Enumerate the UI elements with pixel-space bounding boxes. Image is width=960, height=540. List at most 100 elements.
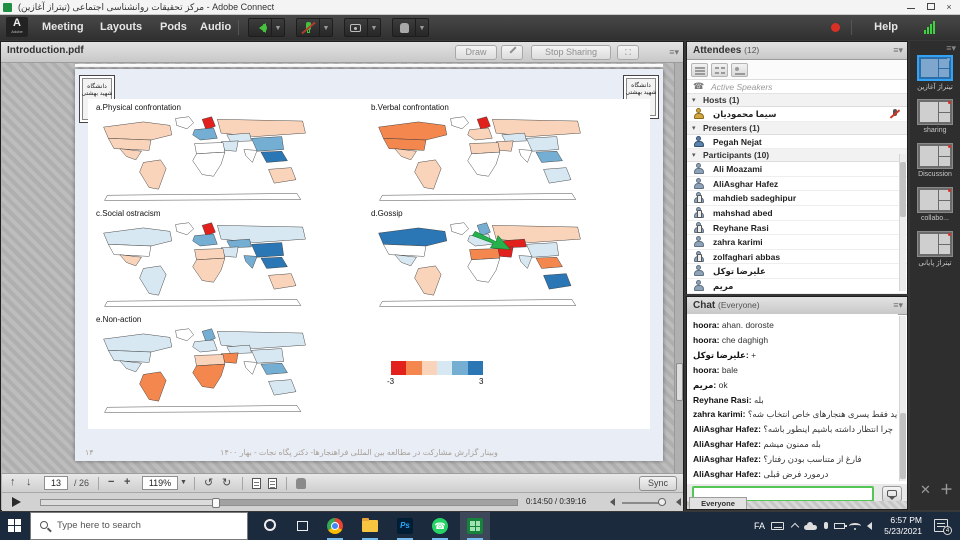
fullscreen-button[interactable]: ⛶ [617,45,639,60]
volume-icon[interactable] [606,498,615,506]
presenters-section-header[interactable]: Presenters (1) [687,122,907,135]
document-scrollbar[interactable] [674,63,683,473]
layout-thumbnail[interactable] [917,99,953,125]
wifi-icon[interactable] [849,523,861,529]
rotate-right-icon[interactable]: ↻ [222,476,231,489]
close-layout-icon[interactable]: ✕ [920,482,931,498]
layout-item-2[interactable]: Discussion [910,143,960,178]
fit-page-icon[interactable] [252,478,261,489]
raise-hand-button[interactable] [392,18,416,37]
attendee-row[interactable]: سیما محمودیان [687,107,907,122]
grid-view-button[interactable] [711,63,728,77]
webcam-button[interactable] [344,18,368,37]
play-icon[interactable] [12,497,21,507]
layouts-menu-icon[interactable]: ≡▾ [946,43,956,54]
start-button[interactable] [0,512,30,540]
layout-item-0[interactable]: تیتراژ آغازین [910,55,960,91]
scrollbar-thumb[interactable] [900,413,906,479]
zoom-out-button[interactable]: − [108,476,114,488]
attendee-row[interactable]: AliAsghar Hafez [687,177,907,192]
chat-pod-menu-icon[interactable]: ≡▾ [893,300,903,311]
chat-scrollbar[interactable] [899,316,906,481]
taskbar-clock[interactable]: 6:57 PM 5/23/2021 [864,515,922,537]
playback-scrubber[interactable] [212,498,220,508]
page-down-button[interactable]: ↓ [26,476,32,488]
layout-thumbnail[interactable] [917,143,953,169]
chevron-up-icon[interactable] [791,523,799,531]
sync-button[interactable]: Sync [639,476,677,491]
minimize-button[interactable] [902,0,920,14]
raise-hand-dropdown-arrow[interactable]: ▼ [416,18,429,37]
adobe-connect-taskbar-button[interactable] [460,512,490,540]
speaker-dropdown-arrow[interactable]: ▼ [272,18,285,37]
list-view-button[interactable] [691,63,708,77]
layout-thumbnail[interactable] [917,231,953,257]
status-view-button[interactable] [731,63,748,77]
draw-button[interactable]: Draw [455,45,497,60]
tray-microphone-icon[interactable] [824,522,828,529]
layout-item-1[interactable]: sharing [910,99,960,134]
attendee-row[interactable]: zahra karimi [687,235,907,250]
attendee-row[interactable]: mahshad abed [687,206,907,221]
attendee-row[interactable]: zolfaghari abbas [687,250,907,265]
help-menu[interactable]: Help [874,15,898,40]
chrome-taskbar-button[interactable] [320,512,350,540]
page-up-button[interactable]: ↑ [10,476,16,488]
menu-meeting[interactable]: Meeting [42,15,84,40]
playback-track[interactable] [40,499,518,506]
add-layout-icon[interactable]: ＋ [940,479,953,498]
file-explorer-taskbar-button[interactable] [355,512,385,540]
task-view-button[interactable] [288,512,318,540]
close-button[interactable]: × [940,0,958,14]
rotate-left-icon[interactable]: ↺ [204,476,213,489]
attendee-row[interactable]: علیرضا توکل [687,264,907,279]
fit-width-icon[interactable] [268,478,277,489]
menu-audio[interactable]: Audio [200,15,231,40]
zoom-level-value[interactable]: 119% [142,476,178,490]
onedrive-cloud-icon[interactable] [804,525,817,530]
attendee-row[interactable]: Ali Moazami [687,162,907,177]
volume-knob[interactable] [658,498,666,506]
scrollbar-thumb[interactable] [900,162,906,217]
layout-thumbnail[interactable] [917,187,953,213]
battery-icon[interactable] [834,523,845,529]
attendees-pod-menu-icon[interactable]: ≡▾ [893,45,903,56]
send-message-button[interactable] [882,486,902,502]
photoshop-taskbar-button[interactable]: Ps [390,512,420,540]
menu-pods[interactable]: Pods [160,15,187,40]
speaker-button[interactable] [248,18,272,37]
microphone-button[interactable] [296,18,320,37]
pen-tool-button[interactable] [501,45,523,60]
chat-tab-everyone[interactable]: Everyone [689,497,747,509]
zoom-dropdown-arrow[interactable]: ▼ [180,479,187,486]
scrollbar-thumb[interactable] [676,363,683,401]
layout-item-3[interactable]: collabo... [910,187,960,222]
action-center-icon[interactable]: 4 [934,519,948,532]
attendee-row[interactable]: Reyhane Rasi [687,221,907,236]
share-pod-menu-icon[interactable]: ≡▾ [669,47,679,58]
connection-signal-icon[interactable] [924,21,940,34]
stop-sharing-button[interactable]: Stop Sharing [531,45,611,60]
attendee-name: مریم [713,281,733,292]
hosts-section-header[interactable]: Hosts (1) [687,94,907,107]
volume-max-icon[interactable] [672,498,681,506]
microphone-dropdown-arrow[interactable]: ▼ [320,18,333,37]
keyboard-icon[interactable] [771,522,784,530]
layout-thumbnail[interactable] [917,55,953,81]
webcam-dropdown-arrow[interactable]: ▼ [368,18,381,37]
language-indicator[interactable]: FA [754,521,765,531]
page-number-input[interactable] [44,476,68,490]
attendees-scrollbar[interactable] [899,154,906,291]
menu-layouts[interactable]: Layouts [100,15,142,40]
participants-section-header[interactable]: Participants (10) [687,149,907,162]
taskbar-search[interactable]: Type here to search [30,512,248,540]
cortana-button[interactable] [256,512,286,540]
attendee-row[interactable]: Pegah Nejat [687,135,907,150]
attendee-row[interactable]: مریم [687,279,907,294]
zoom-in-button[interactable]: + [124,476,130,488]
layout-item-4[interactable]: تیتراژ پایانی [910,231,960,267]
whatsapp-taskbar-button[interactable]: ☎ [425,512,455,540]
maximize-button[interactable] [922,0,940,14]
attendee-row[interactable]: mahdieb sadeghipur [687,191,907,206]
pan-hand-icon[interactable] [296,478,306,489]
